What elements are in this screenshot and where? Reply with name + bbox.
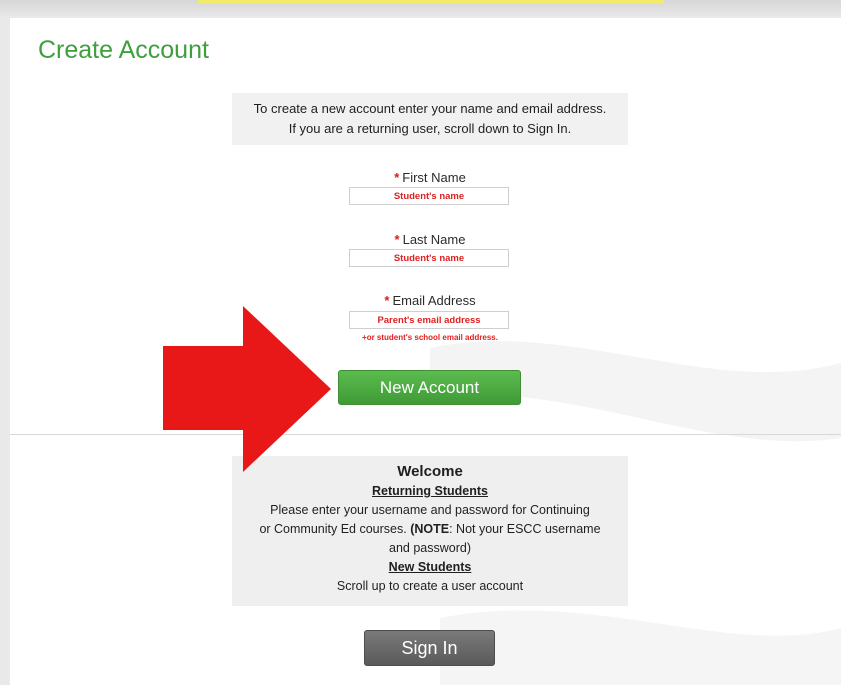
section-divider	[10, 434, 841, 435]
required-marker: *	[394, 232, 400, 247]
last-name-label-text: Last Name	[402, 232, 466, 247]
email-label-text: Email Address	[392, 293, 476, 308]
page-title: Create Account	[38, 36, 209, 64]
required-marker: *	[394, 170, 400, 185]
intro-line-1: To create a new account enter your name …	[253, 101, 607, 116]
top-highlight-strip	[198, 0, 664, 4]
new-students-text: Scroll up to create a user account	[336, 579, 524, 593]
first-name-input[interactable]	[349, 187, 509, 205]
intro-line-2: If you are a returning user, scroll down…	[288, 121, 572, 136]
sign-in-button[interactable]: Sign In	[364, 630, 495, 666]
welcome-box: Welcome Returning Students Please enter …	[232, 456, 628, 606]
first-name-label: * First Name	[269, 170, 591, 185]
returning-text-2: or Community Ed courses. (NOTE: Not your…	[232, 520, 628, 539]
red-right-arrow-icon	[163, 306, 331, 472]
email-input[interactable]	[349, 311, 509, 329]
new-students-heading: New Students	[388, 560, 472, 574]
returning-text-2a: or Community Ed courses.	[259, 522, 411, 536]
returning-text-3: and password)	[389, 541, 471, 555]
returning-text-2b: : Not your ESCC username	[449, 522, 601, 536]
intro-box: To create a new account enter your name …	[232, 93, 628, 145]
returning-text-1: Please enter your username and password …	[270, 503, 590, 517]
new-account-button[interactable]: New Account	[338, 370, 521, 405]
first-name-label-text: First Name	[402, 170, 466, 185]
create-account-panel: Create Account To create a new account e…	[10, 18, 841, 685]
required-marker: *	[384, 293, 390, 308]
top-bar	[0, 0, 841, 16]
last-name-label: * Last Name	[269, 232, 591, 247]
returning-students-heading: Returning Students	[372, 484, 488, 498]
note-label: NOTE	[414, 522, 450, 536]
last-name-input[interactable]	[349, 249, 509, 267]
